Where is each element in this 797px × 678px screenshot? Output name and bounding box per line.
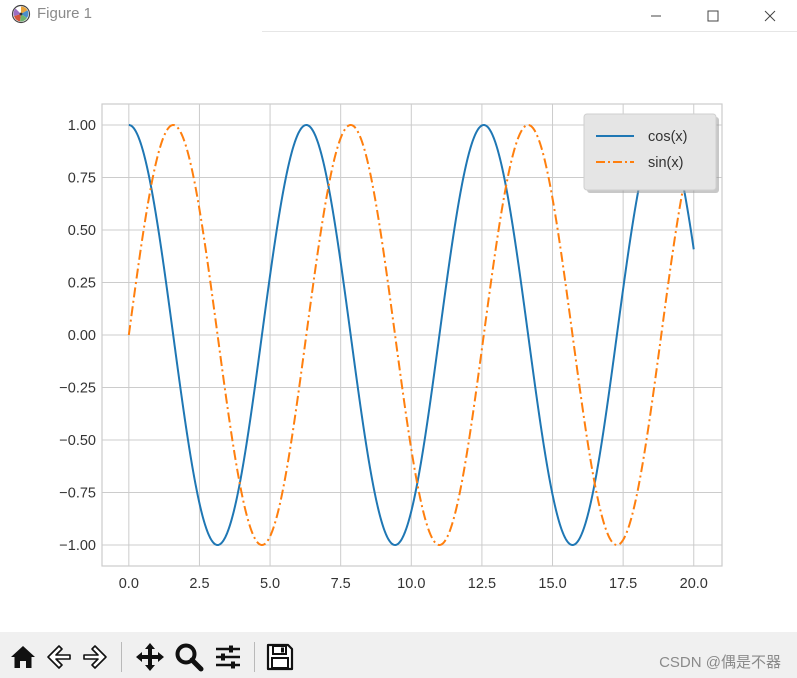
y-tick-label: −0.25 (59, 381, 96, 397)
figure-canvas[interactable]: 0.0 2.5 5.0 7.5 10.0 12.5 15.0 17.5 20.0 1.00 0.75… (0, 32, 797, 632)
configure-subplots-icon (216, 645, 240, 669)
maximize-button[interactable] (684, 0, 742, 31)
legend-box (583, 113, 717, 191)
y-tick-label: 0.75 (68, 171, 96, 187)
x-tick-label: 0.0 (119, 576, 139, 592)
legend: cos(x) sin(x) (583, 113, 719, 193)
forward-button[interactable] (78, 640, 112, 674)
x-tick-label: 15.0 (538, 576, 566, 592)
save-icon (266, 643, 294, 671)
y-tick-label: 0.50 (68, 223, 96, 239)
y-tick-label: 0.00 (68, 328, 96, 344)
x-tick-label: 2.5 (189, 576, 209, 592)
pan-button[interactable] (133, 640, 167, 674)
pan-icon (136, 643, 164, 671)
zoom-button[interactable] (172, 640, 206, 674)
back-icon (47, 645, 71, 669)
x-tick-label: 12.5 (468, 576, 496, 592)
x-tick-label: 10.0 (397, 576, 425, 592)
toolbar-separator (254, 642, 255, 672)
matplotlib-icon (11, 4, 31, 24)
x-tick-label: 17.5 (609, 576, 637, 592)
x-tick-label: 7.5 (331, 576, 351, 592)
minimize-icon (651, 15, 661, 16)
close-button[interactable] (741, 0, 797, 31)
toolbar-separator (121, 642, 122, 672)
x-tick-label: 5.0 (260, 576, 280, 592)
legend-label: sin(x) (648, 155, 683, 171)
back-button[interactable] (42, 640, 76, 674)
forward-icon (83, 645, 107, 669)
y-tick-label: −0.50 (59, 433, 96, 449)
y-tick-label: −0.75 (59, 486, 96, 502)
zoom-icon (175, 643, 204, 672)
watermark: CSDN @偶是不器 (659, 654, 781, 671)
legend-label: cos(x) (648, 129, 687, 145)
minimize-button[interactable] (627, 0, 685, 31)
close-icon (764, 10, 776, 21)
navigation-toolbar: CSDN @偶是不器 (0, 632, 797, 678)
window-title: Figure 1 (37, 5, 93, 22)
y-tick-label: −1.00 (59, 538, 96, 554)
maximize-icon (707, 10, 719, 21)
x-tick-label: 20.0 (680, 576, 708, 592)
line-chart: 0.0 2.5 5.0 7.5 10.0 12.5 15.0 17.5 20.0 1.00 0.75… (59, 103, 723, 592)
y-tick-label: 0.25 (68, 276, 96, 292)
title-bar: Figure 1 (0, 0, 797, 31)
y-tick-label: 1.00 (68, 118, 96, 134)
home-icon (11, 646, 35, 668)
home-button[interactable] (6, 640, 40, 674)
save-button[interactable] (263, 640, 297, 674)
configure-subplots-button[interactable] (211, 640, 245, 674)
